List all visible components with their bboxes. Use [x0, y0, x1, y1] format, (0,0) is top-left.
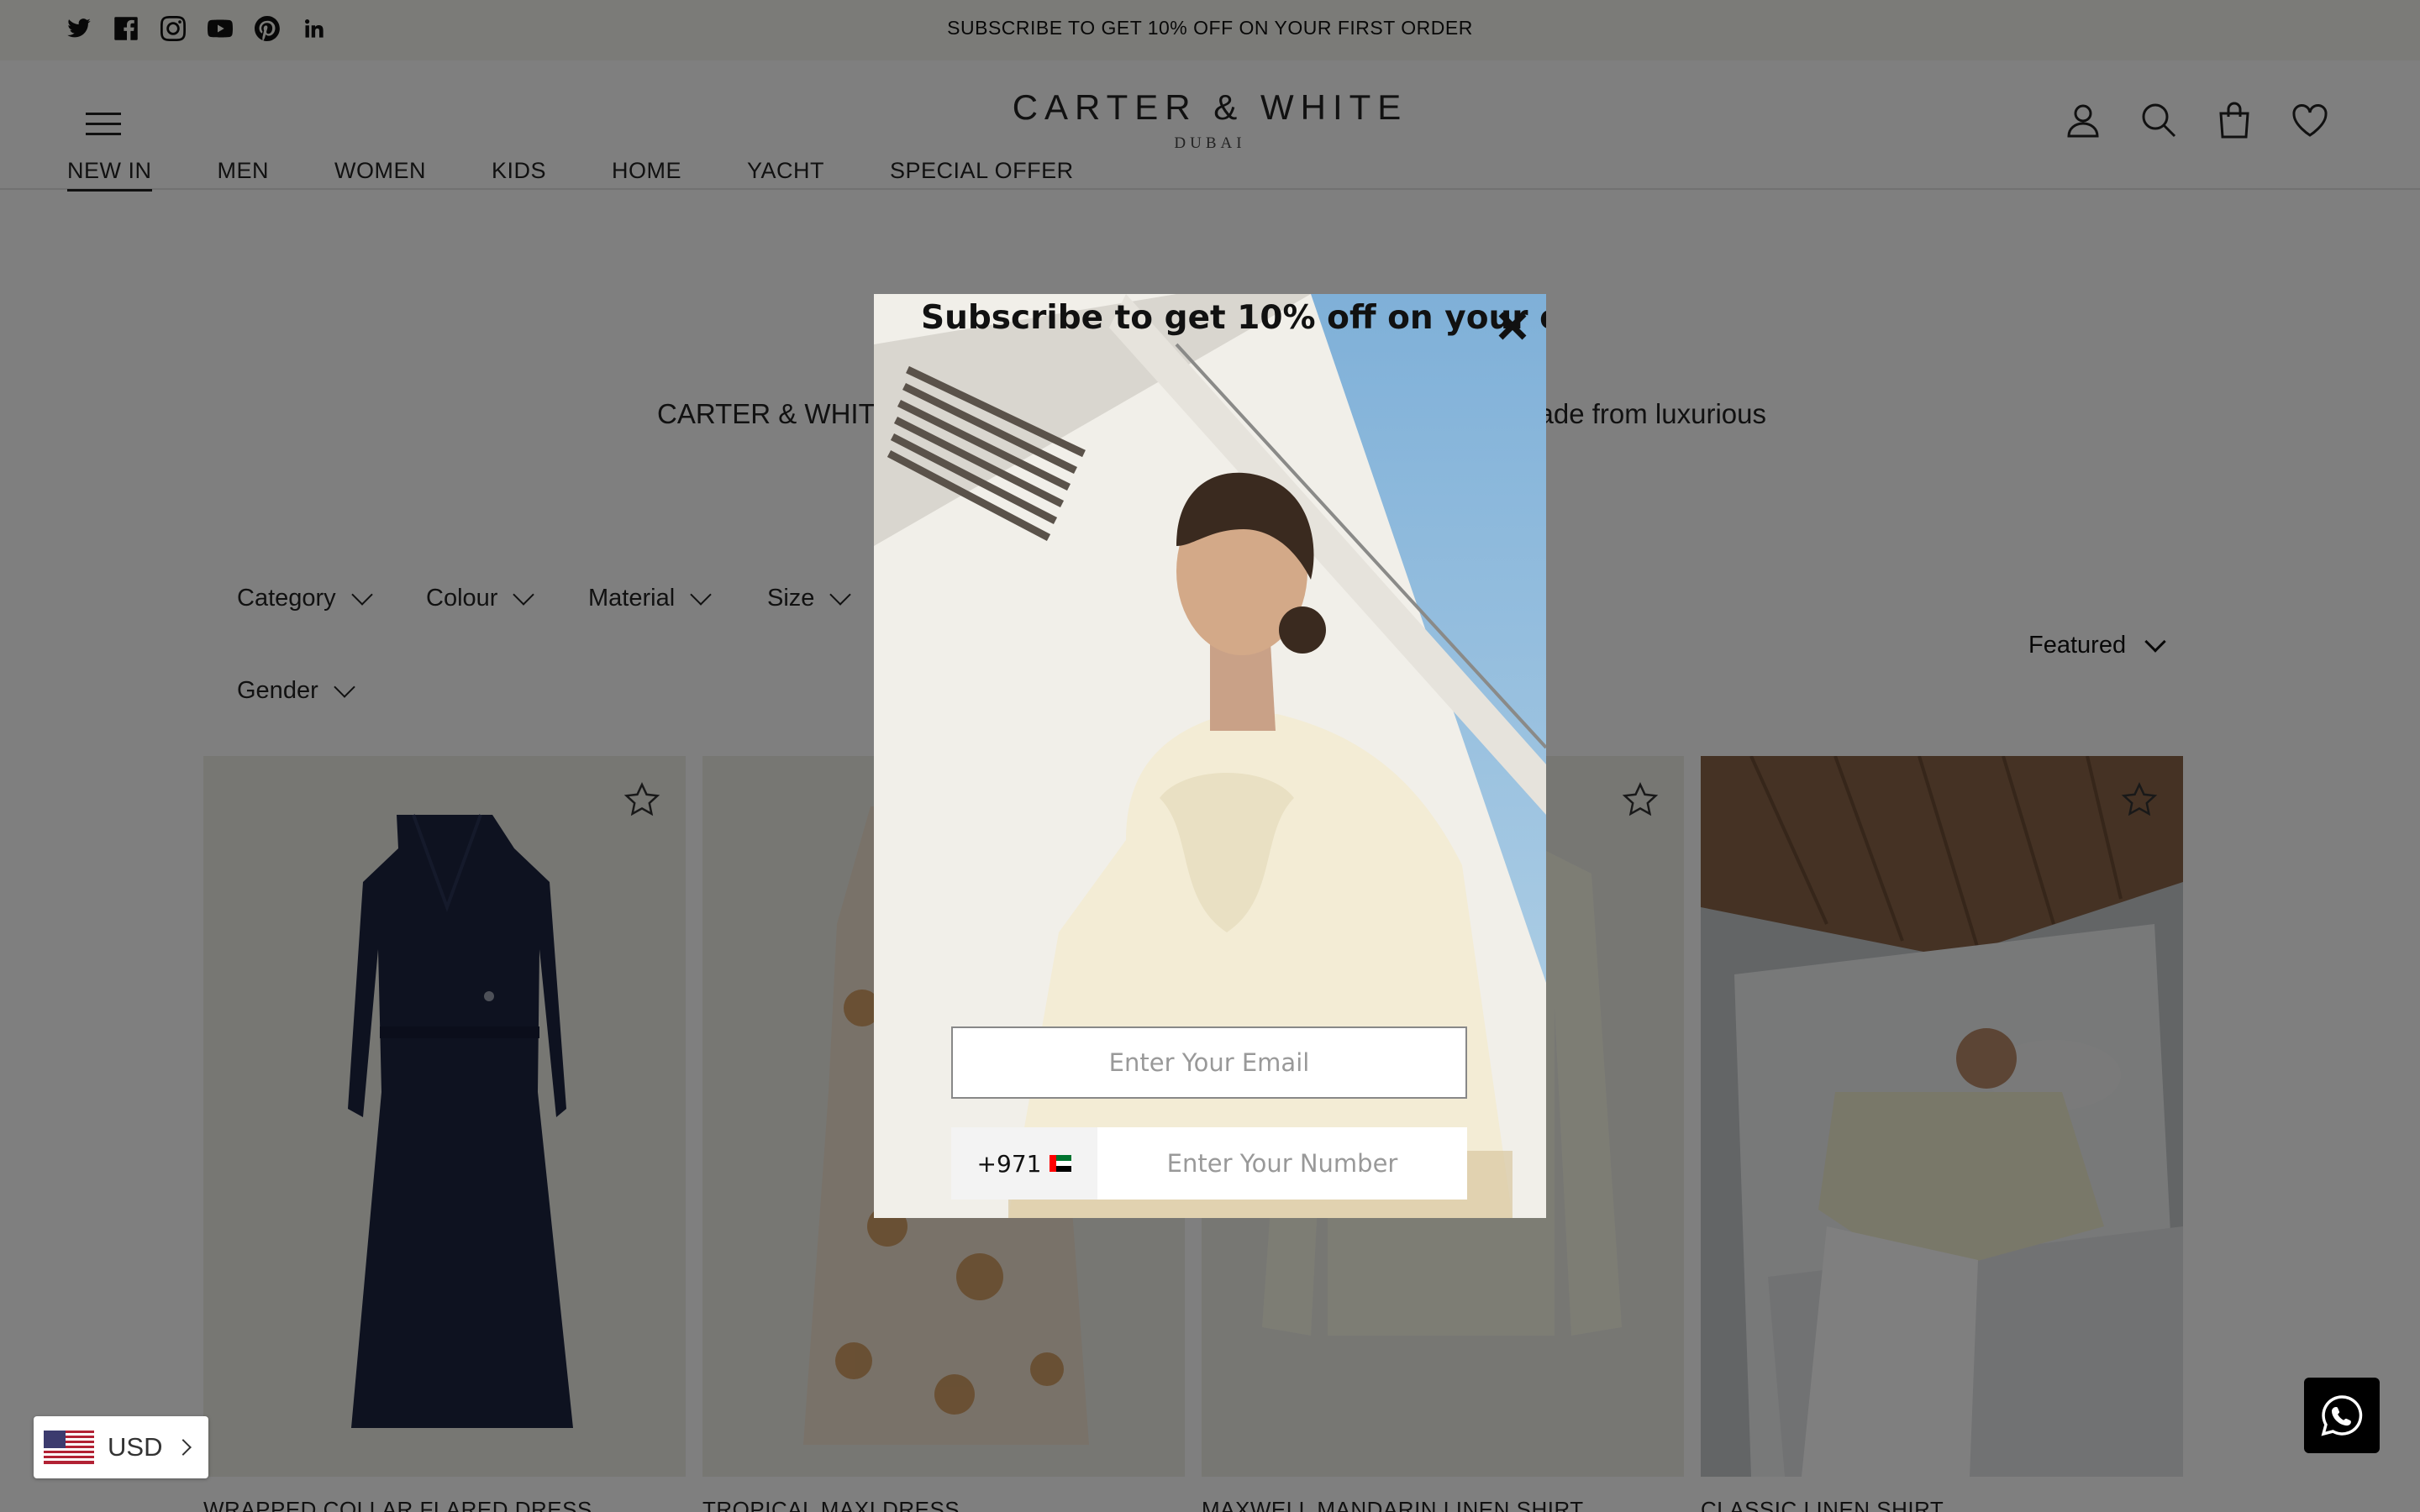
- whatsapp-chat-button[interactable]: [2304, 1378, 2380, 1453]
- phone-field: +971: [951, 1127, 1467, 1200]
- chevron-right-icon: [175, 1439, 192, 1456]
- currency-code: USD: [108, 1432, 163, 1462]
- country-code-select[interactable]: +971: [951, 1127, 1097, 1200]
- uae-flag-icon: [1050, 1155, 1072, 1172]
- subscribe-modal: Subscribe to get 10% off on your order +…: [874, 294, 1546, 1218]
- email-input[interactable]: [951, 1026, 1467, 1099]
- us-flag-icon: [44, 1431, 94, 1464]
- phone-number-input[interactable]: [1097, 1127, 1467, 1200]
- close-icon[interactable]: [1496, 309, 1529, 343]
- country-code: +971: [976, 1149, 1042, 1178]
- currency-selector[interactable]: USD: [34, 1416, 208, 1478]
- modal-title: Subscribe to get 10% off on your order: [921, 299, 1546, 337]
- whatsapp-icon: [2321, 1395, 2363, 1436]
